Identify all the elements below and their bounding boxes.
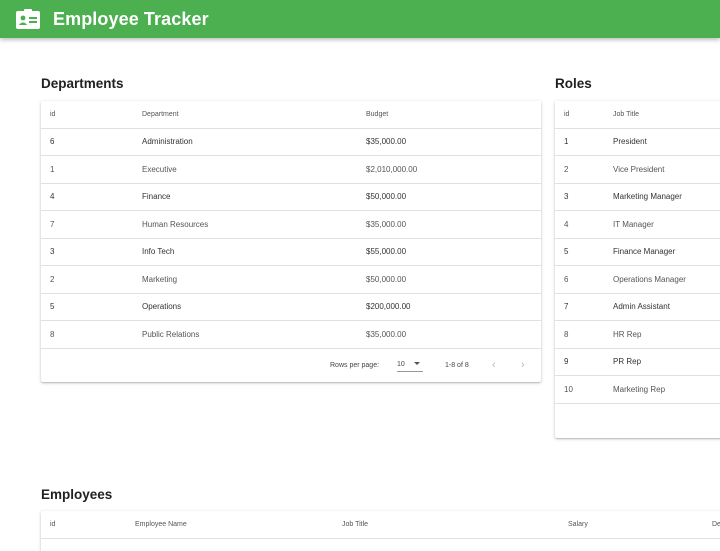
chevron-right-icon[interactable]: › (521, 359, 525, 371)
cell-department: Info Tech (142, 238, 366, 266)
cell-budget: $35,000.00 (366, 128, 541, 156)
cell-id: 4 (555, 210, 613, 239)
cell-job-title: Marketing Rep (613, 375, 720, 404)
employees-table: id Employee Name Job Title Salary De (41, 511, 720, 539)
table-row[interactable]: 8 HR Rep (555, 320, 720, 349)
rows-per-page-value: 10 (397, 361, 405, 368)
cell-id: 5 (555, 238, 613, 266)
cell-department: Administration (142, 128, 366, 156)
chevron-left-icon[interactable]: ‹ (492, 359, 496, 371)
table-header-row: id Department Budget (41, 101, 541, 129)
table-row[interactable]: 4 Finance $50,000.00 (41, 183, 541, 211)
table-row[interactable]: 8 Public Relations $35,000.00 (41, 320, 541, 349)
table-row[interactable]: 9 PR Rep (555, 348, 720, 376)
table-row[interactable]: 3 Marketing Manager (555, 183, 720, 211)
cell-id: 8 (41, 320, 142, 349)
cell-budget: $200,000.00 (366, 293, 541, 321)
departments-table: id Department Budget 6 Administration $35,… (41, 101, 541, 349)
roles-table: id Job Title 1 President 2 Vice President 3 M… (555, 101, 720, 404)
table-header-row: id Job Title (555, 101, 720, 129)
cell-job-title: Marketing Manager (613, 183, 720, 211)
column-header-id[interactable]: id (555, 101, 613, 129)
cell-job-title: President (613, 128, 720, 156)
table-row[interactable]: 6 Administration $35,000.00 (41, 128, 541, 156)
column-header-id[interactable]: id (41, 511, 135, 539)
employees-table-card: id Employee Name Job Title Salary De (41, 511, 720, 551)
departments-table-card: id Department Budget 6 Administration $35,… (41, 101, 541, 382)
badge-icon (16, 9, 40, 29)
cell-job-title: Admin Assistant (613, 293, 720, 321)
cell-budget: $50,000.00 (366, 183, 541, 211)
table-row[interactable]: 2 Vice President (555, 155, 720, 184)
cell-department: Executive (142, 155, 366, 184)
employees-title: Employees (41, 487, 113, 502)
cell-job-title: Finance Manager (613, 238, 720, 266)
table-row[interactable]: 1 Executive $2,010,000.00 (41, 155, 541, 184)
table-row[interactable]: 5 Finance Manager (555, 238, 720, 266)
cell-id: 7 (41, 210, 142, 239)
pagination: Rows per page: 10 1-8 of 8 ‹ › (41, 349, 541, 382)
cell-job-title: Vice President (613, 155, 720, 184)
table-row[interactable]: 10 Marketing Rep (555, 375, 720, 404)
roles-table-card: id Job Title 1 President 2 Vice President 3 M… (555, 101, 720, 438)
cell-id: 2 (41, 265, 142, 294)
cell-id: 2 (555, 155, 613, 184)
table-row[interactable]: 7 Admin Assistant (555, 293, 720, 321)
cell-id: 7 (555, 293, 613, 321)
cell-job-title: IT Manager (613, 210, 720, 239)
column-header-id[interactable]: id (41, 101, 142, 129)
cell-id: 3 (555, 183, 613, 211)
rows-per-page-select[interactable]: 10 (397, 358, 423, 372)
column-header-salary[interactable]: Salary (568, 511, 712, 539)
cell-id: 5 (41, 293, 142, 321)
cell-department: Finance (142, 183, 366, 211)
column-header-department[interactable]: De (712, 511, 720, 539)
app-title: Employee Tracker (53, 8, 209, 29)
cell-id: 10 (555, 375, 613, 404)
table-row[interactable]: 2 Marketing $50,000.00 (41, 265, 541, 294)
cell-id: 9 (555, 348, 613, 376)
pagination-range: 1-8 of 8 (445, 361, 469, 369)
cell-job-title: PR Rep (613, 348, 720, 376)
column-header-job-title[interactable]: Job Title (342, 511, 568, 539)
departments-title: Departments (41, 76, 124, 91)
cell-department: Marketing (142, 265, 366, 294)
cell-budget: $35,000.00 (366, 210, 541, 239)
cell-budget: $35,000.00 (366, 320, 541, 349)
roles-title: Roles (555, 76, 592, 91)
cell-department: Operations (142, 293, 366, 321)
cell-job-title: HR Rep (613, 320, 720, 349)
cell-id: 8 (555, 320, 613, 349)
table-row[interactable]: 7 Human Resources $35,000.00 (41, 210, 541, 239)
column-header-job-title[interactable]: Job Title (613, 101, 720, 129)
column-header-budget[interactable]: Budget (366, 101, 541, 129)
cell-department: Public Relations (142, 320, 366, 349)
cell-job-title: Operations Manager (613, 265, 720, 294)
rows-per-page-label: Rows per page: (330, 361, 380, 369)
cell-id: 3 (41, 238, 142, 266)
cell-budget: $50,000.00 (366, 265, 541, 294)
cell-id: 1 (555, 128, 613, 156)
column-header-department[interactable]: Department (142, 101, 366, 129)
cell-id: 6 (555, 265, 613, 294)
table-row[interactable]: 5 Operations $200,000.00 (41, 293, 541, 321)
table-row[interactable]: 3 Info Tech $55,000.00 (41, 238, 541, 266)
cell-id: 6 (41, 128, 142, 156)
table-row[interactable]: 6 Operations Manager (555, 265, 720, 294)
table-row[interactable]: 1 President (555, 128, 720, 156)
column-header-employee-name[interactable]: Employee Name (135, 511, 342, 539)
cell-department: Human Resources (142, 210, 366, 239)
cell-id: 1 (41, 155, 142, 184)
table-header-row: id Employee Name Job Title Salary De (41, 511, 720, 539)
app-bar: Employee Tracker (0, 0, 720, 38)
cell-id: 4 (41, 183, 142, 211)
cell-budget: $55,000.00 (366, 238, 541, 266)
dropdown-arrow-icon (414, 362, 420, 365)
table-row[interactable]: 4 IT Manager (555, 210, 720, 239)
cell-budget: $2,010,000.00 (366, 155, 541, 184)
